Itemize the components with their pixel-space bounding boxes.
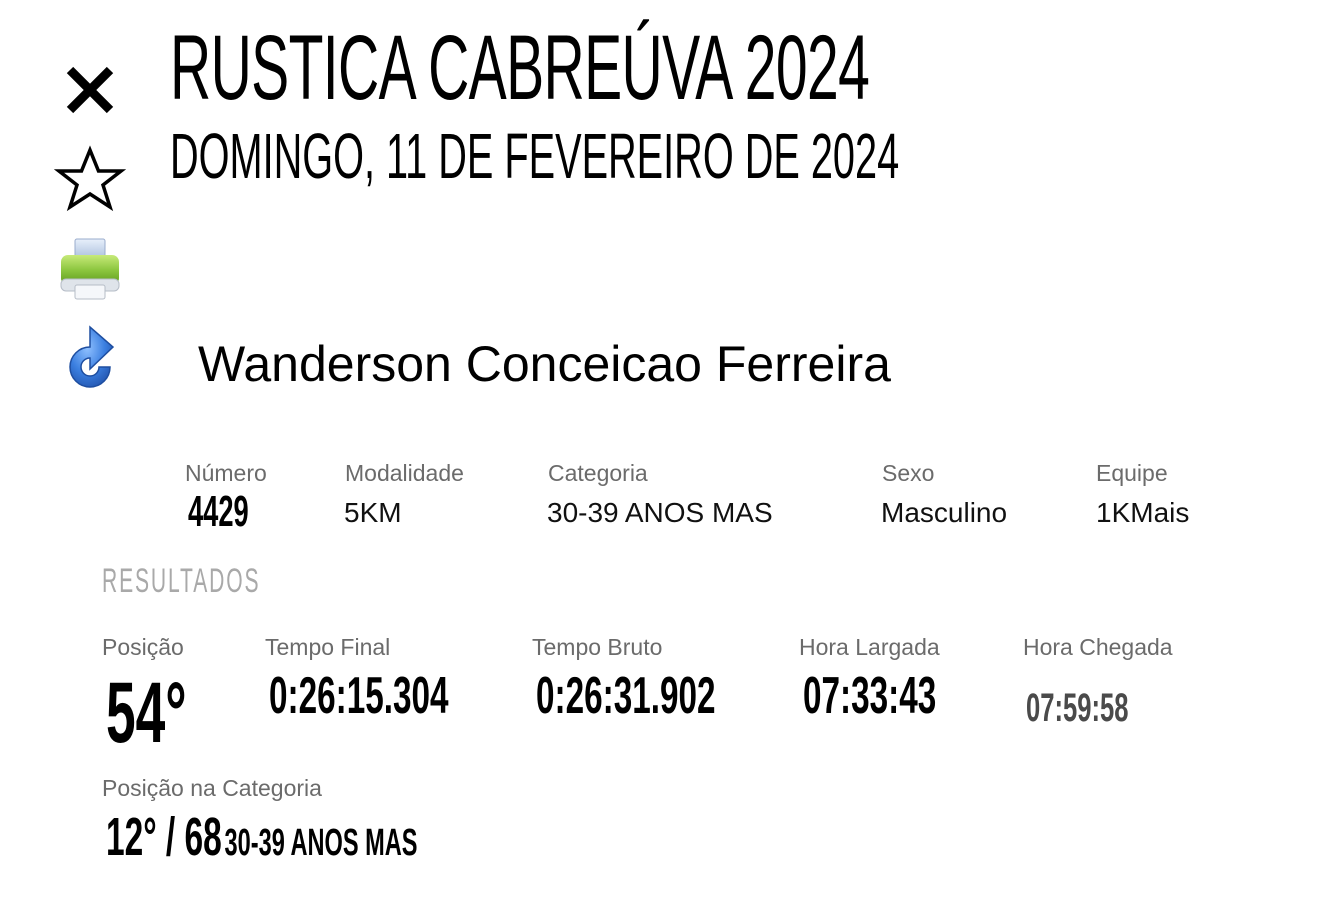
categoria-label: Categoria — [548, 460, 648, 486]
categoria-value: 30-39 ANOS MAS — [547, 497, 773, 528]
print-button[interactable] — [52, 232, 128, 308]
posicao-label: Posição — [102, 634, 184, 660]
equipe-value: 1KMais — [1096, 497, 1190, 528]
close-icon — [66, 66, 114, 114]
modalidade-value: 5KM — [344, 497, 402, 528]
athlete-name: Wanderson Conceicao Ferreira — [198, 336, 891, 392]
tempo-bruto-value: 0:26:31.902 — [536, 667, 716, 725]
results-section-title: RESULTADOS — [102, 562, 261, 600]
posicao-value: 54° — [106, 665, 187, 761]
hora-chegada-label: Hora Chegada — [1023, 634, 1173, 660]
tempo-final-label: Tempo Final — [265, 634, 391, 660]
sexo-label: Sexo — [882, 460, 935, 486]
tempo-final-value: 0:26:15.304 — [269, 667, 449, 725]
close-button[interactable] — [52, 52, 128, 128]
event-title: RUSTICA CABREÚVA 2024 — [170, 17, 870, 119]
tempo-bruto-label: Tempo Bruto — [532, 634, 663, 660]
numero-label: Número — [185, 460, 267, 486]
star-icon — [54, 145, 126, 212]
posicao-categoria: 12° / 68 30-39 ANOS MAS — [106, 810, 417, 870]
numero-value: 4429 — [188, 487, 249, 536]
event-date: DOMINGO, 11 DE FEVEREIRO DE 2024 — [170, 120, 900, 192]
equipe-label: Equipe — [1096, 460, 1168, 486]
posicao-categoria-name: 30-39 ANOS MAS — [224, 822, 418, 864]
refresh-icon — [69, 325, 115, 388]
favorite-button[interactable] — [52, 142, 128, 218]
sexo-value: Masculino — [881, 497, 1008, 528]
printer-icon — [60, 238, 120, 300]
hora-largada-label: Hora Largada — [799, 634, 940, 660]
refresh-button[interactable] — [52, 324, 128, 400]
hora-chegada-value: 07:59:58 — [1026, 686, 1129, 730]
modalidade-label: Modalidade — [345, 460, 464, 486]
hora-largada-value: 07:33:43 — [803, 667, 937, 725]
posicao-categoria-value: 12° / 68 — [106, 807, 222, 867]
posicao-categoria-label: Posição na Categoria — [102, 775, 322, 801]
